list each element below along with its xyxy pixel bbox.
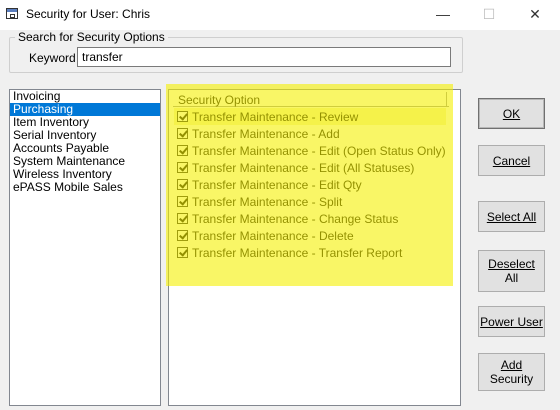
checkbox[interactable] <box>177 179 188 190</box>
minimize-button[interactable]: — <box>420 0 466 30</box>
column-header-divider <box>446 92 447 106</box>
ok-button-label: OK <box>502 106 521 121</box>
option-row[interactable]: Transfer Maintenance - Delete <box>174 227 446 244</box>
column-header-label: Security Option <box>178 93 261 107</box>
module-item-epass-mobile-sales[interactable]: ePASS Mobile Sales <box>10 181 160 194</box>
option-row[interactable]: Transfer Maintenance - Transfer Report <box>174 244 446 261</box>
checkbox[interactable] <box>177 111 188 122</box>
ok-button[interactable]: OK <box>478 98 545 129</box>
option-label: Transfer Maintenance - Delete <box>192 229 354 243</box>
deselect-all-button[interactable]: Deselect All <box>478 250 545 292</box>
keyword-label: Keyword <box>29 51 76 65</box>
power-user-button-label: Power User <box>480 314 543 329</box>
option-row[interactable]: Transfer Maintenance - Split <box>174 193 446 210</box>
deselect-all-label-line1: Deselect <box>488 257 535 271</box>
checkbox[interactable] <box>177 247 188 258</box>
title-bar: Security for User: Chris — ☐ ✕ <box>0 0 560 30</box>
select-all-button-label: Select All <box>486 209 537 224</box>
option-row[interactable]: Transfer Maintenance - Add <box>174 125 446 142</box>
module-list[interactable]: Invoicing Purchasing Item Inventory Seri… <box>9 89 161 406</box>
option-label: Transfer Maintenance - Review <box>192 110 359 124</box>
option-row[interactable]: Transfer Maintenance - Review <box>174 108 446 125</box>
checkbox[interactable] <box>177 162 188 173</box>
app-window-icon <box>6 8 18 19</box>
select-all-button[interactable]: Select All <box>478 201 545 232</box>
search-group-label: Search for Security Options <box>15 30 168 44</box>
close-button[interactable]: ✕ <box>512 0 558 30</box>
checkbox[interactable] <box>177 213 188 224</box>
add-security-label-line2: Security <box>489 372 534 386</box>
power-user-button[interactable]: Power User <box>478 306 545 337</box>
checkbox[interactable] <box>177 145 188 156</box>
deselect-all-label-line2: All <box>504 271 519 285</box>
add-security-button[interactable]: Add Security <box>478 353 545 391</box>
column-header[interactable]: Security Option <box>173 92 449 107</box>
checkbox[interactable] <box>177 196 188 207</box>
option-label: Transfer Maintenance - Edit (Open Status… <box>192 144 446 158</box>
option-row[interactable]: Transfer Maintenance - Change Status <box>174 210 446 227</box>
keyword-input[interactable] <box>77 47 451 67</box>
option-row[interactable]: Transfer Maintenance - Edit Qty <box>174 176 446 193</box>
checkbox[interactable] <box>177 128 188 139</box>
cancel-button-label: Cancel <box>492 153 531 168</box>
checkbox[interactable] <box>177 230 188 241</box>
option-label: Transfer Maintenance - Split <box>192 195 343 209</box>
option-label: Transfer Maintenance - Add <box>192 127 340 141</box>
add-security-label-line1: Add <box>500 358 523 372</box>
option-label: Transfer Maintenance - Edit Qty <box>192 178 362 192</box>
cancel-button[interactable]: Cancel <box>478 145 545 176</box>
option-row[interactable]: Transfer Maintenance - Edit (Open Status… <box>174 142 446 159</box>
option-label: Transfer Maintenance - Transfer Report <box>192 246 403 260</box>
window-title: Security for User: Chris <box>26 7 151 21</box>
option-row[interactable]: Transfer Maintenance - Edit (All Statuse… <box>174 159 446 176</box>
option-label: Transfer Maintenance - Change Status <box>192 212 399 226</box>
maximize-button[interactable]: ☐ <box>466 0 512 30</box>
option-label: Transfer Maintenance - Edit (All Statuse… <box>192 161 415 175</box>
